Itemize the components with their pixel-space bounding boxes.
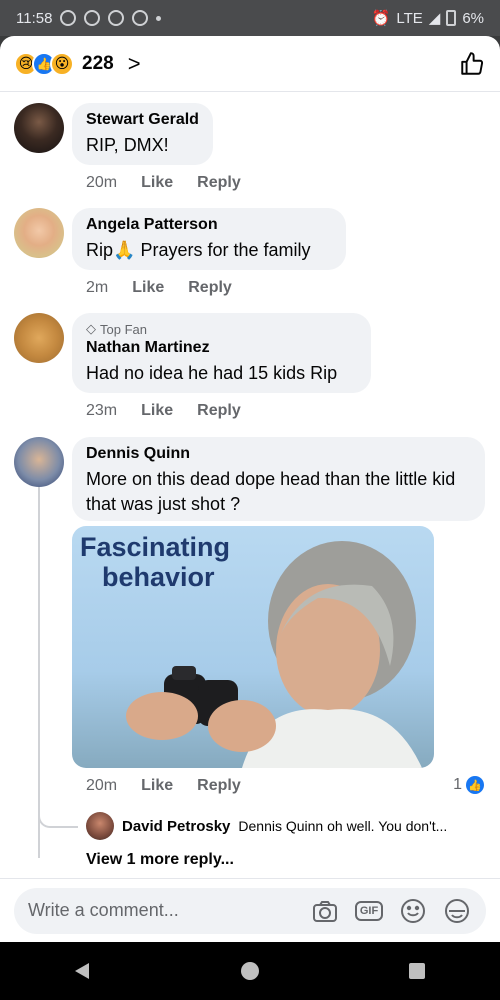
like-outline-icon[interactable] — [458, 50, 486, 78]
emoji-icon[interactable] — [398, 896, 428, 926]
comment-text: Rip🙏 Prayers for the family — [86, 238, 332, 263]
android-nav-bar — [0, 942, 500, 1000]
like-button[interactable]: Like — [141, 402, 173, 420]
avatar[interactable] — [14, 103, 64, 153]
comment-bubble[interactable]: Stewart Gerald RIP, DMX! — [72, 103, 213, 165]
avatar[interactable] — [14, 313, 64, 363]
reply-author[interactable]: David Petrosky — [122, 818, 230, 835]
gif-icon-label: GIF — [354, 900, 384, 921]
top-fan-badge: ◇ Top Fan — [86, 321, 357, 337]
avatar[interactable] — [14, 208, 64, 258]
comment-text: RIP, DMX! — [86, 135, 169, 155]
gif-image[interactable]: Fascinating behavior — [72, 526, 434, 768]
reaction-icons: 😢 👍 😮 — [14, 51, 74, 76]
gif-caption-line1: Fascinating — [80, 532, 231, 562]
gif-caption-line2: behavior — [102, 562, 215, 592]
battery-icon — [446, 10, 457, 26]
comment-text: Had no idea he had 15 kids Rip — [86, 363, 338, 383]
comment-bubble[interactable]: Dennis Quinn More on this dead dope head… — [72, 437, 485, 521]
chevron-right-icon[interactable]: > — [128, 51, 141, 77]
like-button[interactable]: Like — [132, 279, 164, 297]
network-label: LTE — [396, 9, 423, 27]
praying-hands-emoji: 🙏 — [113, 240, 136, 260]
reply-avatar — [86, 812, 114, 840]
comment-bubble[interactable]: Angela Patterson Rip🙏 Prayers for the fa… — [72, 208, 346, 270]
status-bar: 11:58 ⏰ LTE ◢ 6% — [0, 0, 500, 36]
reply-preview[interactable]: David Petrosky Dennis Quinn oh well. You… — [86, 812, 447, 840]
comment-actions: 20m Like Reply — [86, 174, 241, 192]
reply-button[interactable]: Reply — [197, 402, 241, 420]
comment-author[interactable]: Angela Patterson — [86, 216, 332, 234]
reaction-count: 228 — [82, 52, 114, 74]
like-button[interactable]: Like — [141, 777, 173, 795]
comment-author[interactable]: Nathan Martinez — [86, 339, 357, 357]
back-icon[interactable] — [68, 956, 98, 986]
sticker-icon[interactable] — [442, 896, 472, 926]
comment-time: 20m — [86, 174, 118, 191]
comment-time: 20m — [86, 777, 118, 794]
facebook-icon — [108, 10, 125, 26]
battery-level: 6% — [462, 9, 484, 27]
like-badge-icon: 👍 — [466, 776, 484, 794]
comment-like-count[interactable]: 1 👍 — [453, 776, 484, 794]
diamond-icon: ◇ — [86, 321, 96, 336]
comment-actions: 2m Like Reply — [86, 279, 232, 297]
comment-time: 2m — [86, 279, 109, 296]
facebook-icon — [84, 10, 101, 26]
gif-icon[interactable]: GIF — [354, 896, 384, 926]
reply-button[interactable]: Reply — [197, 174, 241, 192]
top-fan-label: Top Fan — [100, 321, 147, 337]
composer-box: GIF — [14, 887, 486, 934]
thread-elbow — [38, 796, 78, 828]
thread-elbow — [38, 826, 78, 858]
whatsapp-icon — [60, 10, 77, 26]
gif-caption: Fascinating behavior — [80, 532, 230, 592]
thread-line — [38, 487, 40, 827]
avatar[interactable] — [14, 437, 64, 487]
alarm-icon: ⏰ — [371, 10, 391, 27]
comments-sheet: 😢 👍 😮 228 > Stewart Gerald RIP, DMX! 20m… — [0, 36, 500, 942]
facebook-icon — [132, 10, 149, 26]
comment-composer: GIF — [0, 878, 500, 942]
comment-actions: 20m Like Reply — [86, 777, 241, 795]
reply-button[interactable]: Reply — [197, 777, 241, 795]
reply-button[interactable]: Reply — [188, 279, 232, 297]
like-button[interactable]: Like — [141, 174, 173, 192]
view-more-replies-link[interactable]: View 1 more reply... — [86, 851, 234, 869]
comment-time: 23m — [86, 402, 118, 419]
comment-bubble[interactable]: ◇ Top Fan Nathan Martinez Had no idea he… — [72, 313, 371, 393]
notification-dot-icon — [156, 15, 162, 21]
comment-text-end: Prayers for the family — [135, 240, 311, 260]
status-time: 11:58 — [16, 9, 53, 27]
signal-icon: ◢ — [428, 10, 441, 27]
comment-actions: 23m Like Reply — [86, 402, 241, 420]
like-count-number: 1 — [453, 776, 462, 793]
camera-icon[interactable] — [310, 896, 340, 926]
comment-text-start: Rip — [86, 240, 114, 260]
wow-reaction-icon: 😮 — [50, 51, 74, 76]
recents-icon[interactable] — [402, 956, 432, 986]
comment-author[interactable]: Stewart Gerald — [86, 111, 199, 129]
comment-input[interactable] — [28, 900, 310, 921]
comment-text: More on this dead dope head than the lit… — [86, 469, 456, 514]
comment-author[interactable]: Dennis Quinn — [86, 445, 471, 463]
home-icon[interactable] — [235, 956, 265, 986]
reply-text: Dennis Quinn oh well. You don't... — [238, 818, 448, 834]
composer-icons: GIF — [310, 896, 472, 926]
reactions-header[interactable]: 😢 👍 😮 228 > — [0, 36, 500, 92]
